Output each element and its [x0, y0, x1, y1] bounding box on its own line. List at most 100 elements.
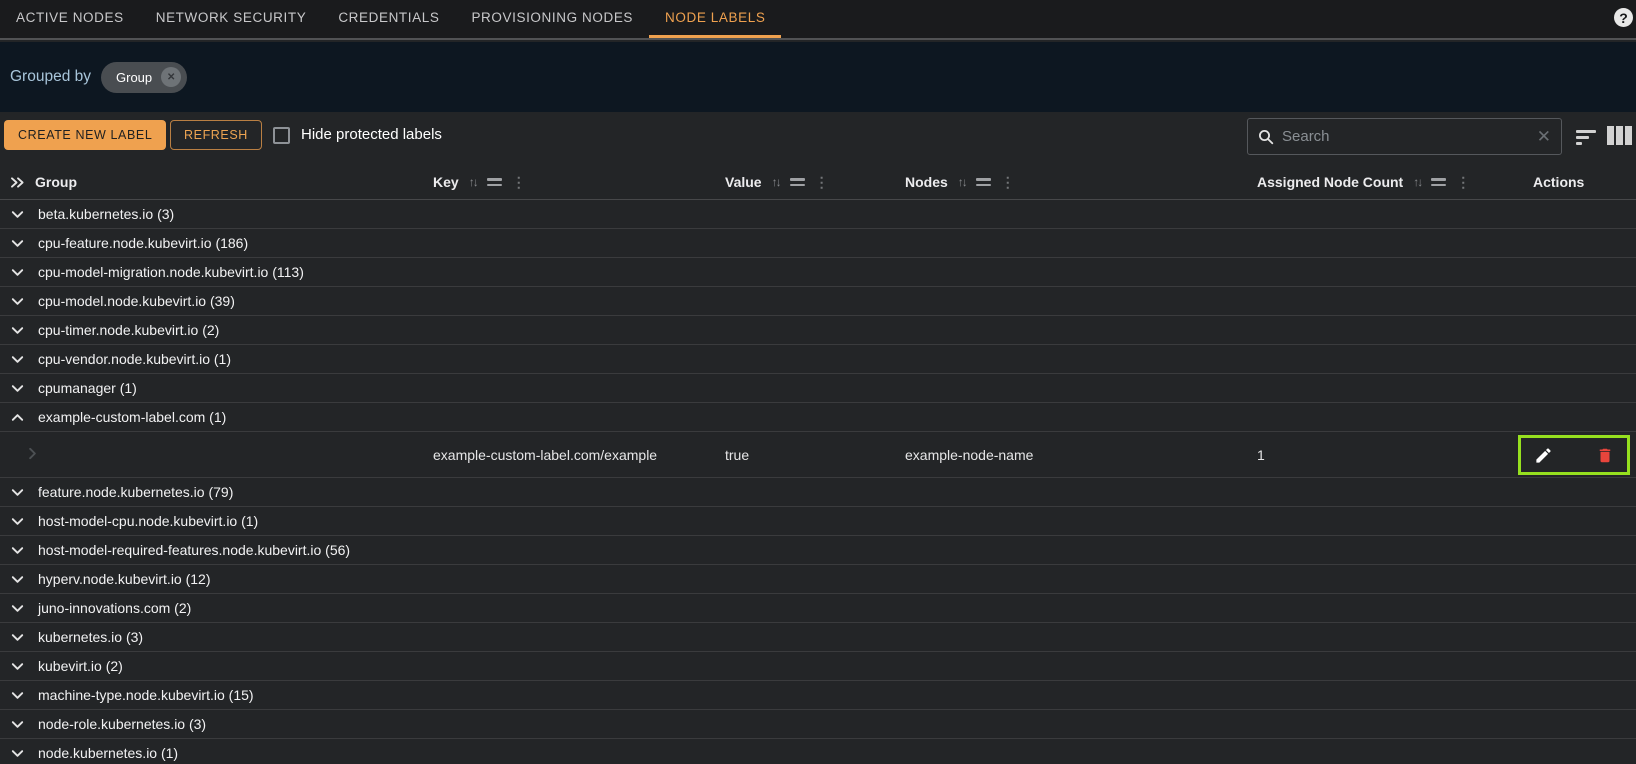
- group-label: hyperv.node.kubevirt.io (12): [38, 571, 211, 587]
- search-clear-icon[interactable]: ✕: [1537, 128, 1551, 145]
- group-label: host-model-cpu.node.kubevirt.io (1): [38, 513, 259, 529]
- group-label: machine-type.node.kubevirt.io (15): [38, 687, 254, 703]
- assigned-count-header-label[interactable]: Assigned Node Count: [1257, 174, 1403, 190]
- chevron-down-icon[interactable]: [10, 717, 25, 732]
- chevron-up-icon[interactable]: [10, 410, 25, 425]
- kebab-icon[interactable]: ⋮: [1456, 174, 1470, 191]
- group-row[interactable]: node-role.kubernetes.io (3): [0, 710, 1636, 739]
- chevron-down-icon[interactable]: [10, 381, 25, 396]
- group-column-header[interactable]: Group: [35, 174, 77, 190]
- chevron-down-icon[interactable]: [10, 294, 25, 309]
- group-row[interactable]: juno-innovations.com (2): [0, 594, 1636, 623]
- nodes-header-label[interactable]: Nodes: [905, 174, 948, 190]
- group-label: cpu-vendor.node.kubevirt.io (1): [38, 351, 231, 367]
- group-label: node-role.kubernetes.io (3): [38, 716, 207, 732]
- tab-credentials[interactable]: CREDENTIALS: [322, 0, 455, 38]
- chevron-down-icon[interactable]: [10, 352, 25, 367]
- sort-icon[interactable]: ↑↓: [1413, 175, 1423, 189]
- assigned-node-count-cell: 1: [1257, 446, 1265, 463]
- key-column-header: Key ↑↓ ⋮: [433, 164, 526, 200]
- chevron-down-icon[interactable]: [10, 543, 25, 558]
- group-row[interactable]: cpumanager (1): [0, 374, 1636, 403]
- table-rows: beta.kubernetes.io (3) cpu-feature.node.k…: [0, 200, 1636, 764]
- group-row[interactable]: node.kubernetes.io (1): [0, 739, 1636, 764]
- key-header-label[interactable]: Key: [433, 174, 459, 190]
- help-icon[interactable]: ?: [1614, 8, 1633, 27]
- tab-network-security[interactable]: NETWORK SECURITY: [140, 0, 323, 38]
- kebab-icon[interactable]: ⋮: [1001, 174, 1015, 191]
- chevron-down-icon[interactable]: [10, 688, 25, 703]
- columns-icon[interactable]: [1607, 126, 1632, 145]
- chevron-down-icon[interactable]: [10, 323, 25, 338]
- value-header-label[interactable]: Value: [725, 174, 762, 190]
- hide-protected-label: Hide protected labels: [301, 126, 442, 143]
- group-by-chip[interactable]: Group ✕: [101, 61, 188, 93]
- tab-bar: ACTIVE NODES NETWORK SECURITY CREDENTIALS P…: [0, 0, 1636, 40]
- actions-highlight-box: [1518, 435, 1630, 475]
- sort-icon[interactable]: ↑↓: [958, 175, 968, 189]
- group-by-chip-label: Group: [116, 69, 153, 85]
- search-icon: [1258, 129, 1274, 145]
- group-row[interactable]: hyperv.node.kubevirt.io (12): [0, 565, 1636, 594]
- toolbar: CREATE NEW LABEL REFRESH Hide protected …: [0, 112, 1636, 164]
- tab-node-labels[interactable]: NODE LABELS: [649, 0, 782, 38]
- group-row[interactable]: example-custom-label.com (1): [0, 403, 1636, 432]
- edit-label-button[interactable]: [1534, 446, 1553, 465]
- kebab-icon[interactable]: ⋮: [512, 174, 526, 191]
- table-header: Group Key ↑↓ ⋮ Value ↑↓ ⋮ Nodes ↑↓ ⋮ Ass…: [0, 164, 1636, 200]
- group-row[interactable]: cpu-timer.node.kubevirt.io (2): [0, 316, 1636, 345]
- group-row[interactable]: cpu-model.node.kubevirt.io (39): [0, 287, 1636, 316]
- chevron-down-icon[interactable]: [10, 601, 25, 616]
- group-label: cpumanager (1): [38, 380, 137, 396]
- group-row[interactable]: cpu-model-migration.node.kubevirt.io (11…: [0, 258, 1636, 287]
- chevron-down-icon[interactable]: [10, 207, 25, 222]
- chevron-right-icon: [25, 446, 40, 464]
- value-column-header: Value ↑↓ ⋮: [725, 164, 829, 200]
- group-label: feature.node.kubernetes.io (79): [38, 484, 234, 500]
- filter-lines-icon[interactable]: [1431, 175, 1447, 189]
- group-label: cpu-model-migration.node.kubevirt.io (11…: [38, 264, 304, 280]
- sort-icon[interactable]: ↑↓: [772, 175, 782, 189]
- filter-lines-icon[interactable]: [975, 175, 991, 189]
- tab-active-nodes[interactable]: ACTIVE NODES: [0, 0, 140, 38]
- grouped-by-label: Grouped by: [10, 68, 91, 85]
- delete-label-button[interactable]: [1596, 446, 1614, 465]
- label-detail-row[interactable]: example-custom-label.com/example true exam…: [0, 432, 1636, 478]
- filter-lines-icon[interactable]: [789, 175, 805, 189]
- group-row[interactable]: kubernetes.io (3): [0, 623, 1636, 652]
- chevron-down-icon[interactable]: [10, 659, 25, 674]
- group-label: host-model-required-features.node.kubevi…: [38, 542, 351, 558]
- hide-protected-checkbox[interactable]: [273, 127, 290, 144]
- group-label: beta.kubernetes.io (3): [38, 206, 175, 222]
- chip-remove-icon[interactable]: ✕: [161, 67, 182, 87]
- kebab-icon[interactable]: ⋮: [815, 174, 829, 191]
- tab-provisioning-nodes[interactable]: PROVISIONING NODES: [455, 0, 649, 38]
- label-nodes-cell: example-node-name: [905, 446, 1034, 463]
- chevron-down-icon[interactable]: [10, 265, 25, 280]
- create-new-label-button[interactable]: CREATE NEW LABEL: [4, 120, 167, 150]
- group-row[interactable]: host-model-cpu.node.kubevirt.io (1): [0, 507, 1636, 536]
- chevron-down-icon[interactable]: [10, 572, 25, 587]
- filter-icon[interactable]: [1576, 130, 1598, 148]
- chevron-down-icon[interactable]: [10, 236, 25, 251]
- group-row[interactable]: beta.kubernetes.io (3): [0, 200, 1636, 229]
- chevron-down-icon[interactable]: [10, 514, 25, 529]
- group-row[interactable]: cpu-vendor.node.kubevirt.io (1): [0, 345, 1636, 374]
- search-input[interactable]: [1282, 128, 1529, 145]
- filter-lines-icon[interactable]: [486, 175, 502, 189]
- group-label: cpu-timer.node.kubevirt.io (2): [38, 322, 220, 338]
- pencil-icon: [1534, 446, 1553, 465]
- group-row[interactable]: kubevirt.io (2): [0, 652, 1636, 681]
- group-row[interactable]: machine-type.node.kubevirt.io (15): [0, 681, 1636, 710]
- chevron-down-icon[interactable]: [10, 746, 25, 761]
- sort-icon[interactable]: ↑↓: [469, 175, 479, 189]
- group-row[interactable]: cpu-feature.node.kubevirt.io (186): [0, 229, 1636, 258]
- group-row[interactable]: feature.node.kubernetes.io (79): [0, 478, 1636, 507]
- chevron-down-icon[interactable]: [10, 485, 25, 500]
- chevron-down-icon[interactable]: [10, 630, 25, 645]
- label-value-cell: true: [725, 446, 750, 463]
- expand-all-icon[interactable]: [10, 176, 25, 189]
- group-label: cpu-model.node.kubevirt.io (39): [38, 293, 235, 309]
- group-row[interactable]: host-model-required-features.node.kubevi…: [0, 536, 1636, 565]
- refresh-button[interactable]: REFRESH: [170, 120, 262, 150]
